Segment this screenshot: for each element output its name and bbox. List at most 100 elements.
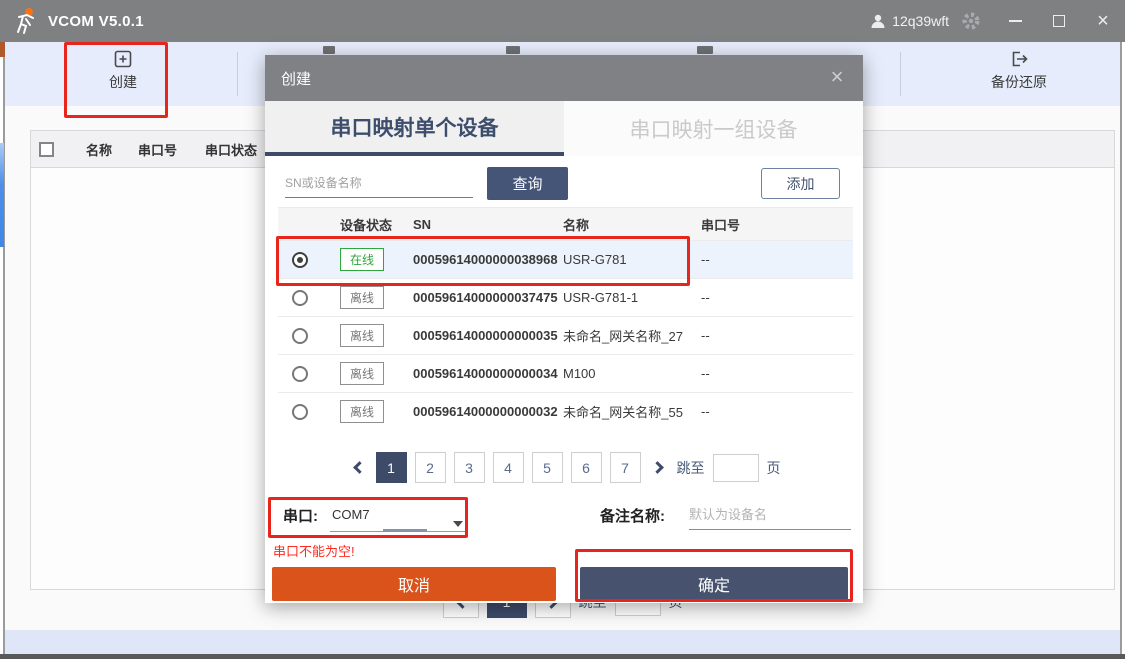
validation-error-text: 串口不能为空! bbox=[273, 541, 355, 560]
jump-page-input[interactable] bbox=[713, 454, 759, 482]
device-row[interactable]: 离线 00059614000000000035 未命名_网关名称_27 -- bbox=[278, 316, 853, 354]
device-row[interactable]: 离线 00059614000000000034 M100 -- bbox=[278, 354, 853, 392]
main-col-port-status: 串口状态 bbox=[205, 140, 257, 159]
dialog-close-icon[interactable]: × bbox=[823, 63, 851, 91]
titlebar: VCOM V5.0.1 12q39wft × bbox=[0, 0, 1125, 42]
remark-name-label: 备注名称: bbox=[600, 505, 665, 526]
create-dialog: 创建 × 串口映射单个设备 串口映射一组设备 查询 添加 设备状态 SN 名称 … bbox=[265, 55, 863, 603]
tab-device-group[interactable]: 串口映射一组设备 bbox=[564, 101, 863, 156]
device-sn: 00059614000000000032 bbox=[413, 404, 563, 419]
page-button-5[interactable]: 5 bbox=[532, 452, 563, 483]
main-col-name: 名称 bbox=[86, 140, 112, 159]
next-page-button[interactable] bbox=[649, 463, 669, 472]
device-name: USR-G781-1 bbox=[563, 290, 701, 305]
user-icon bbox=[870, 13, 886, 29]
status-badge: 离线 bbox=[340, 400, 384, 423]
page-button-3[interactable]: 3 bbox=[454, 452, 485, 483]
toolbar-divider bbox=[900, 52, 901, 96]
page-button-7[interactable]: 7 bbox=[610, 452, 641, 483]
page-button-2[interactable]: 2 bbox=[415, 452, 446, 483]
device-radio-button[interactable] bbox=[292, 252, 308, 268]
status-badge: 离线 bbox=[340, 286, 384, 309]
status-badge: 离线 bbox=[340, 362, 384, 385]
dialog-tabs: 串口映射单个设备 串口映射一组设备 bbox=[265, 101, 863, 156]
status-badge: 在线 bbox=[340, 248, 384, 271]
window-frame-left bbox=[3, 42, 5, 654]
serial-port-select[interactable]: COM7 bbox=[332, 507, 370, 522]
vcom-app-window: VCOM V5.0.1 12q39wft × bbox=[0, 0, 1125, 659]
device-name: 未命名_网关名称_27 bbox=[563, 326, 701, 345]
device-port: -- bbox=[701, 366, 853, 381]
remark-name-input[interactable] bbox=[689, 500, 851, 530]
query-button[interactable]: 查询 bbox=[487, 167, 568, 200]
device-radio-button[interactable] bbox=[292, 328, 308, 344]
device-row[interactable]: 离线 00059614000000000032 未命名_网关名称_55 -- bbox=[278, 392, 853, 430]
user-account[interactable]: 12q39wft bbox=[870, 13, 949, 29]
page-unit: 页 bbox=[767, 458, 781, 478]
window-frame-right bbox=[1120, 42, 1122, 654]
settings-gear-icon[interactable] bbox=[949, 0, 993, 42]
device-port: -- bbox=[701, 252, 853, 267]
device-radio-button[interactable] bbox=[292, 404, 308, 420]
dropdown-caret-icon[interactable] bbox=[453, 521, 463, 527]
device-radio-button[interactable] bbox=[292, 366, 308, 382]
device-row[interactable]: 在线 00059614000000038968 USR-G781 -- bbox=[278, 240, 853, 278]
dialog-pagination: 1234567 跳至 页 bbox=[265, 452, 863, 483]
plus-square-icon bbox=[114, 50, 132, 68]
col-sn: SN bbox=[413, 217, 563, 232]
device-port: -- bbox=[701, 328, 853, 343]
status-footer bbox=[5, 630, 1120, 654]
create-button-label: 创建 bbox=[109, 72, 137, 92]
col-device-status: 设备状态 bbox=[328, 215, 413, 234]
device-name: 未命名_网关名称_55 bbox=[563, 402, 701, 421]
background-window-artifact bbox=[0, 42, 5, 57]
device-radio-button[interactable] bbox=[292, 290, 308, 306]
username-label: 12q39wft bbox=[892, 13, 949, 29]
toolbar-divider bbox=[237, 52, 238, 96]
background-window-artifact bbox=[0, 143, 4, 247]
sn-search-input[interactable] bbox=[285, 168, 473, 198]
maximize-button[interactable] bbox=[1037, 0, 1081, 42]
serial-port-label: 串口: bbox=[283, 505, 318, 526]
device-port: -- bbox=[701, 290, 853, 305]
obscured-toolbar-icon bbox=[506, 46, 520, 54]
cancel-button[interactable]: 取消 bbox=[272, 567, 556, 601]
device-sn: 00059614000000038968 bbox=[413, 252, 563, 267]
tab-single-device[interactable]: 串口映射单个设备 bbox=[265, 101, 564, 156]
page-button-1[interactable]: 1 bbox=[376, 452, 407, 483]
select-all-checkbox[interactable] bbox=[39, 142, 54, 157]
window-bottom-edge bbox=[0, 654, 1125, 659]
device-name: M100 bbox=[563, 366, 701, 381]
obscured-toolbar-icon bbox=[697, 46, 713, 54]
dialog-title: 创建 bbox=[281, 68, 311, 89]
serial-select-scroll-thumb[interactable] bbox=[383, 529, 427, 532]
col-port: 串口号 bbox=[701, 215, 853, 234]
obscured-toolbar-icon bbox=[323, 46, 335, 54]
minimize-button[interactable] bbox=[993, 0, 1037, 42]
device-sn: 00059614000000000035 bbox=[413, 328, 563, 343]
usr-logo-icon bbox=[10, 6, 40, 36]
backup-restore-label: 备份还原 bbox=[991, 72, 1047, 92]
backup-restore-icon bbox=[1010, 50, 1029, 68]
page-button-4[interactable]: 4 bbox=[493, 452, 524, 483]
create-button[interactable]: 创建 bbox=[77, 50, 169, 92]
prev-page-button[interactable] bbox=[348, 463, 368, 472]
status-badge: 离线 bbox=[340, 324, 384, 347]
device-sn: 00059614000000037475 bbox=[413, 290, 563, 305]
device-table-header: 设备状态 SN 名称 串口号 bbox=[278, 207, 853, 240]
backup-restore-button[interactable]: 备份还原 bbox=[967, 50, 1071, 92]
main-col-port: 串口号 bbox=[138, 140, 177, 159]
device-port: -- bbox=[701, 404, 853, 419]
app-title: VCOM V5.0.1 bbox=[48, 13, 144, 30]
page-button-6[interactable]: 6 bbox=[571, 452, 602, 483]
device-sn: 00059614000000000034 bbox=[413, 366, 563, 381]
col-name: 名称 bbox=[563, 215, 701, 234]
confirm-button[interactable]: 确定 bbox=[580, 567, 848, 601]
dialog-header[interactable]: 创建 × bbox=[265, 55, 863, 101]
jump-label: 跳至 bbox=[677, 458, 705, 478]
dialog-device-table: 设备状态 SN 名称 串口号 在线 00059614000000038968 U… bbox=[278, 207, 853, 430]
close-button[interactable]: × bbox=[1081, 0, 1125, 42]
device-row[interactable]: 离线 00059614000000037475 USR-G781-1 -- bbox=[278, 278, 853, 316]
device-name: USR-G781 bbox=[563, 252, 701, 267]
add-button[interactable]: 添加 bbox=[761, 168, 840, 199]
